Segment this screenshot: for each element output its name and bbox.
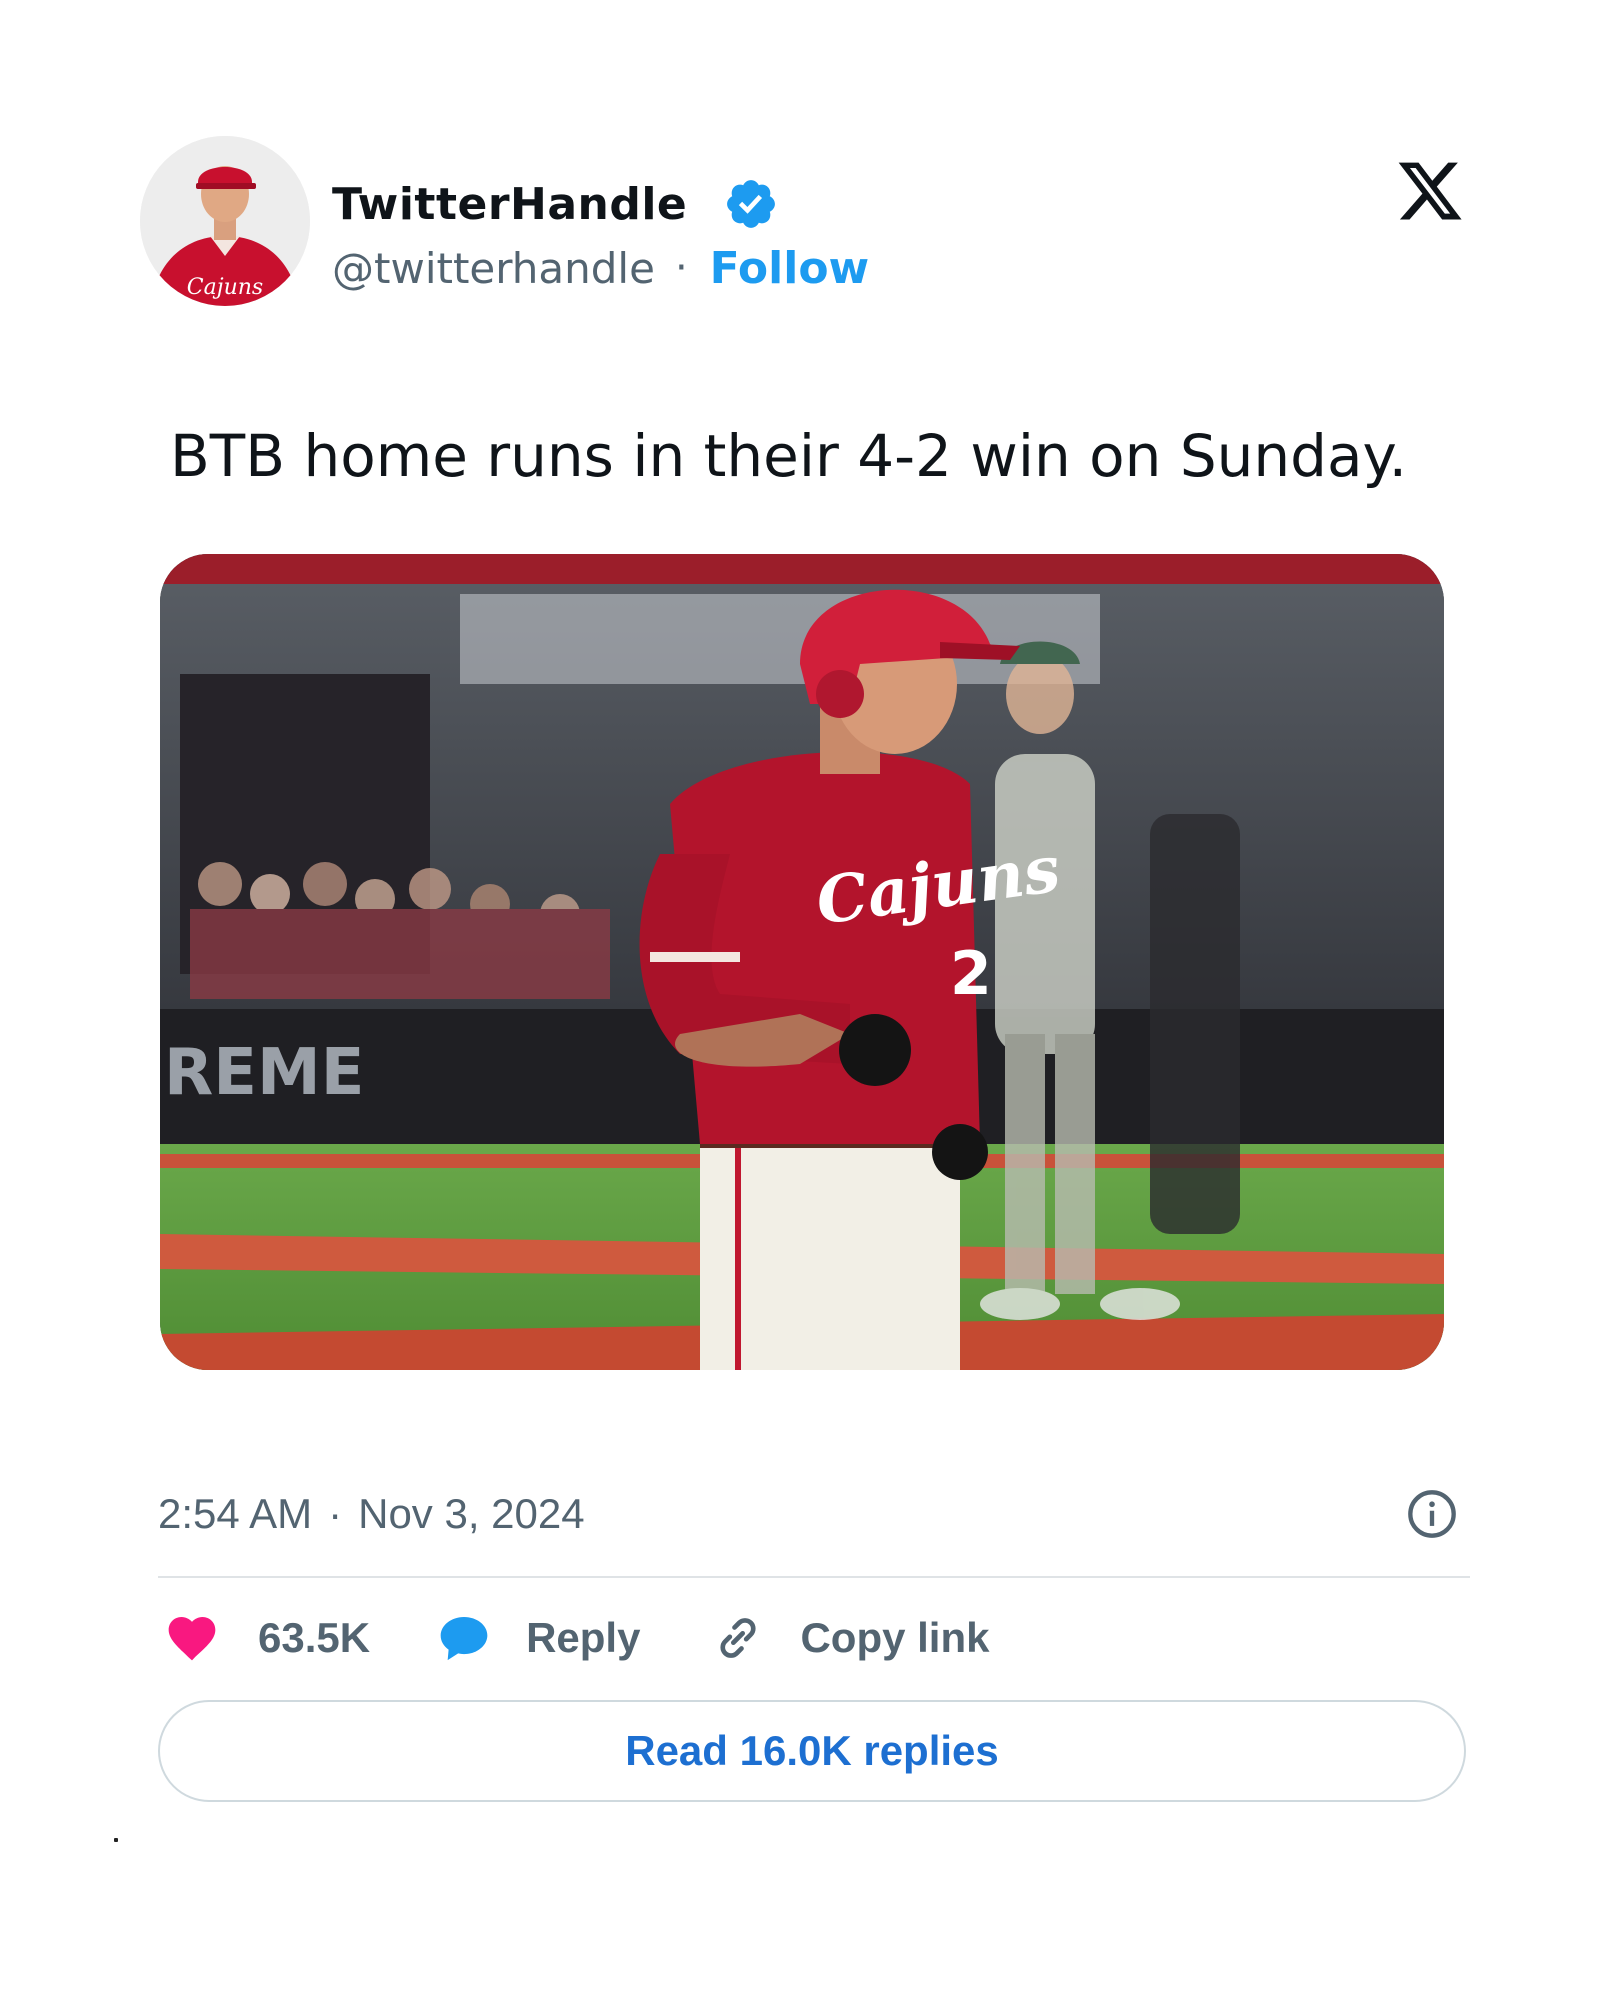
divider	[158, 1576, 1470, 1578]
wall-text: REME	[164, 1036, 364, 1110]
svg-text:2: 2	[950, 939, 992, 1009]
author-name-row: TwitterHandle	[332, 174, 779, 234]
tweet-time: 2:54 AM	[158, 1490, 313, 1537]
reply-label: Reply	[526, 1614, 641, 1661]
like-button[interactable]: 63.5K	[164, 1610, 370, 1666]
baseball-player-photo: REME Cajuns 2	[160, 554, 1444, 1370]
follow-button[interactable]: Follow	[710, 243, 870, 294]
avatar[interactable]: Cajuns	[140, 136, 310, 306]
heart-icon	[164, 1610, 220, 1666]
avatar-jersey-text: Cajuns	[187, 275, 263, 300]
verified-badge-icon	[723, 176, 779, 232]
tweet-media[interactable]: REME Cajuns 2	[160, 554, 1444, 1370]
stray-mark	[114, 1838, 118, 1842]
author-handle-row: @twitterhandle · Follow	[332, 240, 869, 296]
timestamp-separator: ·	[328, 1490, 343, 1537]
like-count: 63.5K	[258, 1614, 371, 1661]
read-replies-button[interactable]: Read 16.0K replies	[158, 1700, 1466, 1802]
tweet-timestamp[interactable]: 2:54 AM · Nov 3, 2024	[158, 1486, 585, 1542]
tweet-date: Nov 3, 2024	[358, 1490, 585, 1537]
copy-link-button[interactable]: Copy link	[710, 1610, 989, 1666]
tweet-actions: 63.5K Reply Copy link	[164, 1606, 989, 1670]
reply-bubble-icon	[436, 1610, 492, 1666]
reply-button[interactable]: Reply	[436, 1610, 640, 1666]
copy-link-label: Copy link	[800, 1614, 990, 1661]
tweet-text: BTB home runs in their 4-2 win on Sunday…	[170, 422, 1408, 490]
avatar-photo: Cajuns	[140, 136, 310, 306]
author-handle[interactable]: @twitterhandle	[332, 244, 655, 293]
handle-separator: ·	[674, 245, 688, 291]
x-logo-icon[interactable]	[1394, 156, 1466, 226]
info-icon[interactable]	[1406, 1488, 1458, 1540]
author-display-name[interactable]: TwitterHandle	[332, 179, 687, 230]
link-icon	[710, 1610, 766, 1666]
